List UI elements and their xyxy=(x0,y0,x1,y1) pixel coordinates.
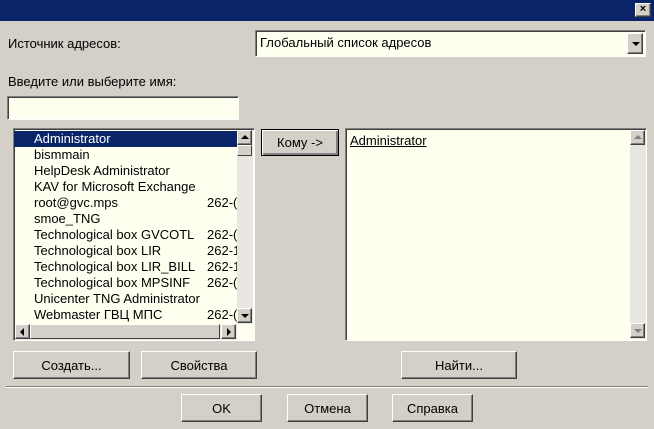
scroll-down-button[interactable] xyxy=(237,308,252,323)
address-list-item[interactable]: Technological box LIR 262-1 xyxy=(14,243,238,259)
address-list-item[interactable]: Unicenter TNG Administrator xyxy=(14,291,238,307)
address-list-item[interactable]: Technological box MPSINF 262-( xyxy=(14,275,238,291)
help-button-label: Справка xyxy=(407,400,458,416)
to-button[interactable]: Кому -> xyxy=(261,129,339,156)
close-icon: × xyxy=(639,3,647,15)
address-list-item-name: Technological box LIR_BILL xyxy=(34,259,196,274)
recipients-box[interactable]: Administrator xyxy=(345,128,647,341)
address-list-item-phone: 262-( xyxy=(207,307,238,322)
scroll-left-button[interactable] xyxy=(15,324,30,339)
address-list[interactable]: Administrator bismmain HelpDesk Administra… xyxy=(13,128,255,341)
source-label: Источник адресов: xyxy=(8,36,121,51)
address-list-item[interactable]: Administrator xyxy=(14,131,238,147)
source-dropdown-button[interactable] xyxy=(627,33,643,54)
address-list-item[interactable]: root@gvc.mps 262-( xyxy=(14,195,238,211)
address-list-item-name: HelpDesk Administrator xyxy=(34,163,170,178)
address-list-item-phone: 262-( xyxy=(207,275,238,290)
address-list-item-phone: 262-1 xyxy=(207,259,238,274)
address-list-item-phone: 262-( xyxy=(207,195,238,210)
address-list-hscroll[interactable] xyxy=(15,324,237,340)
ok-button[interactable]: OK xyxy=(181,394,262,422)
source-combo-value: Глобальный список адресов xyxy=(260,35,432,50)
create-button-label: Создать... xyxy=(41,357,102,373)
separator xyxy=(6,386,648,388)
arrow-down-icon xyxy=(634,329,642,333)
find-button[interactable]: Найти... xyxy=(401,351,517,379)
address-list-item[interactable]: Technological box GVCOTL 262-( xyxy=(14,227,238,243)
scroll-up-button[interactable] xyxy=(237,130,252,145)
recipient-item[interactable]: Administrator xyxy=(350,133,427,148)
address-list-item-name: bismmain xyxy=(34,147,90,162)
address-list-item-name: Technological box GVCOTL xyxy=(34,227,195,242)
address-list-item[interactable]: smoe_TNG xyxy=(14,211,238,227)
address-list-item-name: Administrator xyxy=(34,131,111,146)
to-button-label: Кому -> xyxy=(277,135,323,150)
close-button[interactable]: × xyxy=(635,3,651,17)
address-list-item-name: Technological box MPSINF xyxy=(34,275,191,290)
address-list-item[interactable]: Webmaster ГВЦ МПС 262-( xyxy=(14,307,238,323)
chevron-down-icon xyxy=(632,42,640,46)
title-bar: × xyxy=(0,0,654,21)
address-list-item[interactable]: bismmain xyxy=(14,147,238,163)
address-list-item-name: Technological box LIR xyxy=(34,243,162,258)
address-list-item-phone: 262-1 xyxy=(207,243,238,258)
find-button-label: Найти... xyxy=(435,357,483,373)
address-list-item[interactable]: Technological box LIR_BILL 262-1 xyxy=(14,259,238,275)
address-list-item-name: root@gvc.mps xyxy=(34,195,118,210)
create-button[interactable]: Создать... xyxy=(13,351,130,379)
address-list-item-name: Unicenter TNG Administrator xyxy=(34,291,200,306)
arrow-up-icon xyxy=(241,135,249,139)
hscroll-thumb[interactable] xyxy=(30,324,220,339)
address-list-item-name: smoe_TNG xyxy=(34,211,101,226)
properties-button-label: Свойства xyxy=(170,357,228,373)
arrow-left-icon xyxy=(20,328,24,336)
help-button[interactable]: Справка xyxy=(392,394,473,422)
name-entry-label: Введите или выберите имя: xyxy=(8,74,177,89)
recipients-vscroll[interactable] xyxy=(630,130,646,339)
cancel-button-label: Отмена xyxy=(304,400,351,416)
address-list-item-phone: 262-( xyxy=(207,227,238,242)
scroll-right-button[interactable] xyxy=(221,324,236,339)
address-list-vscroll[interactable] xyxy=(237,130,253,324)
address-list-item-name: Webmaster ГВЦ МПС xyxy=(34,307,163,322)
cancel-button[interactable]: Отмена xyxy=(287,394,368,422)
source-combo[interactable]: Глобальный список адресов xyxy=(255,30,646,57)
arrow-up-icon xyxy=(634,135,642,139)
arrow-down-icon xyxy=(241,314,249,318)
arrow-right-icon xyxy=(227,328,231,336)
recipients-scroll-down-button[interactable] xyxy=(630,323,645,338)
ok-button-label: OK xyxy=(212,400,231,416)
address-list-item[interactable]: HelpDesk Administrator xyxy=(14,163,238,179)
recipients-scroll-up-button[interactable] xyxy=(630,130,645,145)
address-list-item[interactable]: KAV for Microsoft Exchange xyxy=(14,179,238,195)
properties-button[interactable]: Свойства xyxy=(141,351,257,379)
address-list-item-name: KAV for Microsoft Exchange xyxy=(34,179,196,194)
scroll-thumb[interactable] xyxy=(237,145,252,156)
name-entry-input[interactable] xyxy=(7,96,239,120)
